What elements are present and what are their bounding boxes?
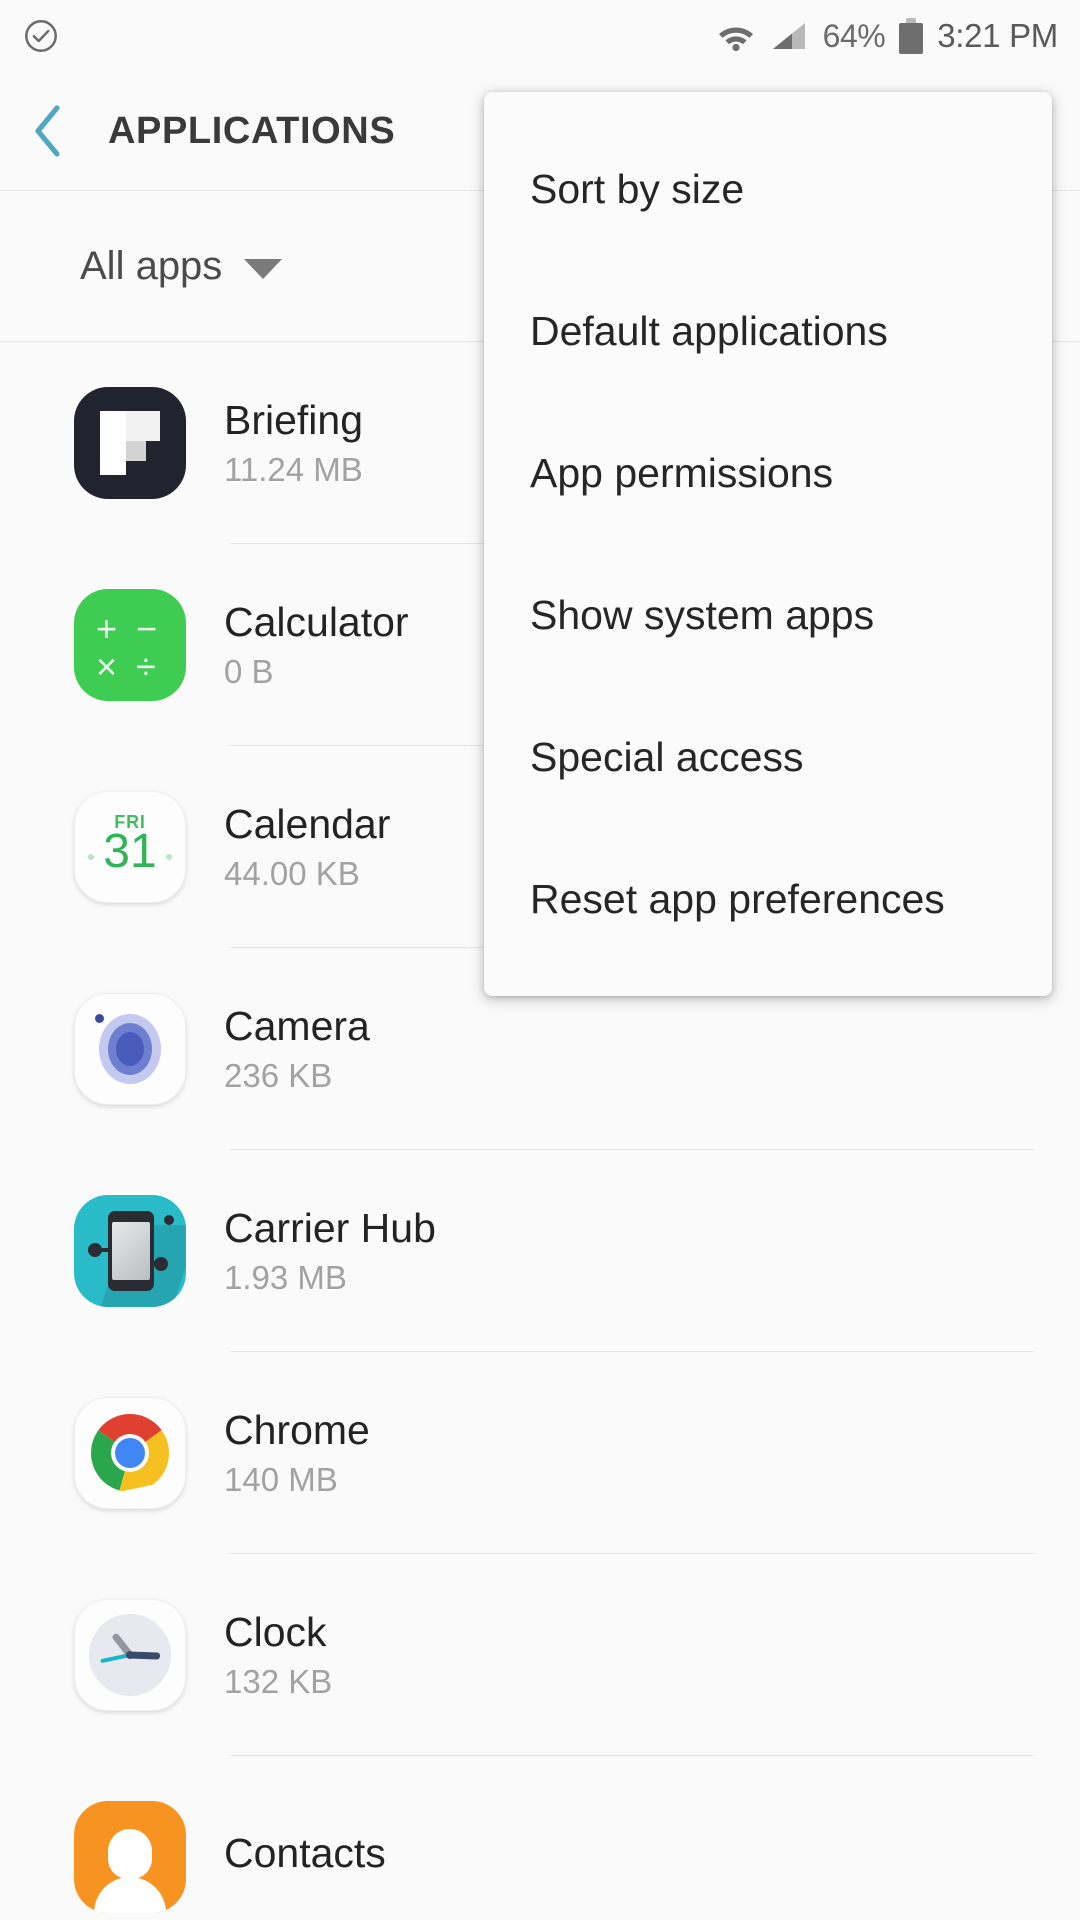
menu-item-default-applications[interactable]: Default applications [484,260,1052,402]
app-size: 44.00 KB [224,854,360,892]
app-name: Calendar [224,801,391,848]
clock-app-icon [74,1599,186,1711]
app-size: 236 KB [224,1056,333,1094]
list-item[interactable]: Chrome 140 MB [0,1352,1080,1554]
list-item[interactable]: Clock 132 KB [0,1554,1080,1756]
menu-item-special-access[interactable]: Special access [484,686,1052,828]
app-size: 132 KB [224,1662,333,1700]
app-meta: Camera 236 KB [224,1003,370,1094]
back-chevron-icon [35,105,60,157]
calendar-app-icon: FRI 31 [74,791,186,903]
app-name: Clock [224,1609,327,1656]
app-meta: Chrome 140 MB [224,1407,370,1498]
briefing-app-icon [74,387,186,499]
status-bar-right: 64% 3:21 PM [715,17,1058,55]
app-meta: Contacts [224,1830,386,1883]
carrier-hub-app-icon [74,1195,186,1307]
app-meta: Carrier Hub 1.93 MB [224,1205,436,1296]
app-name: Briefing [224,397,364,444]
status-bar-left [22,17,60,55]
list-item[interactable]: Carrier Hub 1.93 MB [0,1150,1080,1352]
page-title: APPLICATIONS [108,109,396,152]
menu-item-app-permissions[interactable]: App permissions [484,402,1052,544]
app-size: 140 MB [224,1460,338,1498]
app-name: Chrome [224,1407,370,1454]
cellular-signal-icon [772,23,805,49]
list-item[interactable]: Contacts [0,1756,1080,1920]
calculator-app-icon: + − × ÷ [74,589,186,701]
app-meta: Calculator 0 B [224,599,409,690]
applications-settings-screen: 64% 3:21 PM APPLICATIONS All apps Briefi… [0,0,1080,1920]
app-meta: Calendar 44.00 KB [224,801,390,892]
app-size: 0 B [224,652,274,690]
overflow-menu[interactable]: Sort by size Default applications App pe… [484,92,1052,996]
menu-item-show-system-apps[interactable]: Show system apps [484,544,1052,686]
chrome-app-icon [74,1397,186,1509]
contacts-app-icon [74,1801,186,1913]
menu-item-reset-app-preferences[interactable]: Reset app preferences [484,828,1052,970]
camera-app-icon [74,993,186,1105]
menu-item-sort-by-size[interactable]: Sort by size [484,118,1052,260]
app-meta: Clock 132 KB [224,1609,332,1700]
calendar-date-label: 31 [103,825,157,878]
wifi-icon [718,27,753,52]
app-name: Calculator [224,599,409,646]
app-meta: Briefing 11.24 MB [224,397,363,488]
app-name: Camera [224,1003,370,1050]
battery-icon [899,18,924,54]
status-bar: 64% 3:21 PM [0,0,1080,72]
back-button[interactable] [0,72,96,190]
chevron-down-icon [244,259,283,279]
all-apps-dropdown[interactable]: All apps [80,243,283,289]
app-size: 1.93 MB [224,1258,347,1296]
check-circle-icon [25,20,57,52]
battery-percent-label: 64% [822,17,886,54]
app-name: Contacts [224,1830,386,1877]
app-name: Carrier Hub [224,1205,436,1252]
status-bar-clock: 3:21 PM [937,17,1058,54]
all-apps-dropdown-label: All apps [80,243,223,288]
app-size: 11.24 MB [224,450,363,488]
